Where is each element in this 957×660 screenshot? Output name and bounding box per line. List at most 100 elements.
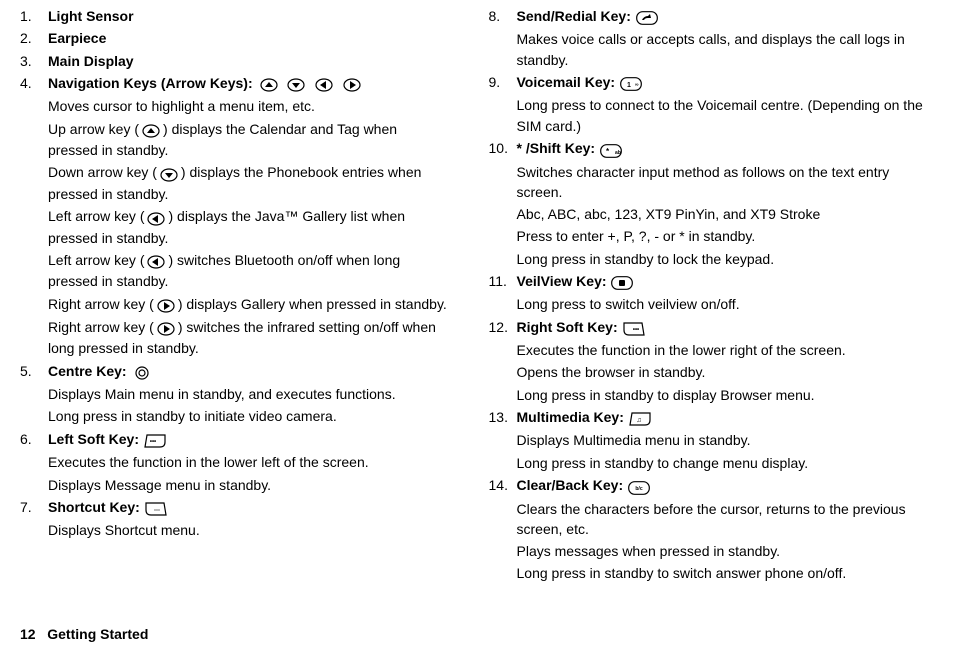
nav-left-icon <box>145 251 167 271</box>
item-number: 10. <box>489 138 517 271</box>
item-body: Send/Redial Key: Makes voice calls or ac… <box>517 6 938 72</box>
page-footer: 12 Getting Started <box>0 620 957 644</box>
item-number: 1. <box>20 6 48 28</box>
item-title: Left Soft Key: ••• <box>48 429 451 450</box>
nav-down-icon <box>285 74 307 94</box>
nav-up-icon <box>140 120 162 140</box>
nav-right-icon <box>155 318 177 338</box>
text-fragment: Down arrow key ( <box>48 164 157 180</box>
left-soft-key-icon: ••• <box>144 430 166 450</box>
description-line: Press to enter +, P, ?, - or * in standb… <box>517 226 938 246</box>
item-number: 5. <box>20 361 48 429</box>
item-title: Main Display <box>48 51 451 71</box>
description-line: Displays Main menu in standby, and execu… <box>48 384 451 404</box>
description-line: Long press to connect to the Voicemail c… <box>517 95 938 136</box>
item-title: Centre Key: <box>48 361 451 382</box>
text-fragment: Left arrow key ( <box>48 252 144 268</box>
list-item: 2. Earpiece <box>20 28 451 50</box>
item-number: 6. <box>20 429 48 497</box>
item-title: Navigation Keys (Arrow Keys): <box>48 73 451 94</box>
nav-down-icon <box>158 164 180 184</box>
column-left: 1. Light Sensor 2. Earpiece 3. Main Disp… <box>20 6 479 620</box>
description-line: Executes the function in the lower left … <box>48 452 451 472</box>
list-item: 5. Centre Key: Displays Main menu in sta… <box>20 361 451 429</box>
description-line: Right arrow key ( ) displays Gallery when… <box>48 294 451 315</box>
description-line: Long press in standby to lock the keypad… <box>517 249 938 269</box>
item-number: 7. <box>20 497 48 543</box>
column-right: 8. Send/Redial Key: Makes voice calls or… <box>479 6 938 620</box>
nav-left-icon <box>313 74 335 94</box>
list-item: 6. Left Soft Key: ••• Executes the funct… <box>20 429 451 497</box>
item-body: Right Soft Key: ••• Executes the functio… <box>517 317 938 407</box>
description-line: Switches character input method as follo… <box>517 162 938 203</box>
description-line: Displays Shortcut menu. <box>48 520 451 540</box>
description-line: Clears the characters before the cursor,… <box>517 499 938 540</box>
list-item: 4. Navigation Keys (Arrow Keys): Moves c… <box>20 73 451 361</box>
nav-right-icon <box>341 74 363 94</box>
nav-up-icon <box>258 74 280 94</box>
list-item: 12. Right Soft Key: ••• Executes the fun… <box>489 317 938 407</box>
item-number: 4. <box>20 73 48 361</box>
list-item: 3. Main Display <box>20 51 451 73</box>
centre-key-icon <box>131 362 153 382</box>
list-item: 11. VeilView Key: Long press to switch v… <box>489 271 938 317</box>
nav-left-icon <box>145 207 167 227</box>
list-item: 7. Shortcut Key: ⋯ Displays Shortcut men… <box>20 497 451 543</box>
item-title: Clear/Back Key: b/c <box>517 475 938 496</box>
description-line: Long press in standby to change menu dis… <box>517 453 938 473</box>
item-number: 13. <box>489 407 517 475</box>
item-number: 9. <box>489 72 517 138</box>
nav-right-icon <box>155 295 177 315</box>
item-title: Send/Redial Key: <box>517 6 938 27</box>
chapter-title: Getting Started <box>47 626 148 642</box>
description-line: Displays Multimedia menu in standby. <box>517 430 938 450</box>
list-item: 14. Clear/Back Key: b/c Clears the chara… <box>489 475 938 586</box>
item-body: * /Shift Key: *ab Switches character inp… <box>517 138 938 271</box>
list-item: 13. Multimedia Key: ♫ Displays Multimedi… <box>489 407 938 475</box>
item-title: Right Soft Key: ••• <box>517 317 938 338</box>
svg-text:b/c: b/c <box>635 486 642 492</box>
item-title: * /Shift Key: *ab <box>517 138 938 159</box>
multimedia-key-icon: ♫ <box>629 408 651 428</box>
description-line: Left arrow key () switches Bluetooth on/… <box>48 250 451 292</box>
text-fragment: Right arrow key ( <box>48 296 154 312</box>
description-line: Opens the browser in standby. <box>517 362 938 382</box>
text-fragment: Left arrow key ( <box>48 208 144 224</box>
description-line: Long press to switch veilview on/off. <box>517 294 938 314</box>
item-number: 12. <box>489 317 517 407</box>
item-title: Light Sensor <box>48 6 451 26</box>
item-number: 11. <box>489 271 517 317</box>
item-body: Centre Key: Displays Main menu in standb… <box>48 361 451 429</box>
description-line: Displays Message menu in standby. <box>48 475 451 495</box>
description-line: Executes the function in the lower right… <box>517 340 938 360</box>
svg-text:1: 1 <box>627 82 631 89</box>
item-body: Voicemail Key: 1∞ Long press to connect … <box>517 72 938 138</box>
text-fragment: ) displays Gallery when pressed in stand… <box>178 296 447 312</box>
item-body: Light Sensor <box>48 6 451 28</box>
shift-key-icon: *ab <box>600 139 622 159</box>
svg-text:∞: ∞ <box>635 82 639 88</box>
item-title: Voicemail Key: 1∞ <box>517 72 938 93</box>
description-line: Right arrow key () switches the infrared… <box>48 317 451 359</box>
item-body: Shortcut Key: ⋯ Displays Shortcut menu. <box>48 497 451 543</box>
item-title: Shortcut Key: ⋯ <box>48 497 451 518</box>
list-item: 8. Send/Redial Key: Makes voice calls or… <box>489 6 938 72</box>
clear-key-icon: b/c <box>628 476 650 496</box>
list-item: 9. Voicemail Key: 1∞ Long press to conne… <box>489 72 938 138</box>
list-item: 1. Light Sensor <box>20 6 451 28</box>
page-content: 1. Light Sensor 2. Earpiece 3. Main Disp… <box>0 0 957 620</box>
item-title: Multimedia Key: ♫ <box>517 407 938 428</box>
svg-text:♫: ♫ <box>636 417 641 424</box>
svg-text:•••: ••• <box>150 439 156 445</box>
description-line: Up arrow key () displays the Calendar an… <box>48 119 451 161</box>
description-line: Left arrow key () displays the Java™ Gal… <box>48 206 451 248</box>
description-line: Abc, ABC, abc, 123, XT9 PinYin, and XT9 … <box>517 204 938 224</box>
item-body: VeilView Key: Long press to switch veilv… <box>517 271 938 317</box>
item-body: Main Display <box>48 51 451 73</box>
item-body: Earpiece <box>48 28 451 50</box>
item-number: 3. <box>20 51 48 73</box>
description-line: Moves cursor to highlight a menu item, e… <box>48 96 451 116</box>
description-line: Long press in standby to switch answer p… <box>517 563 938 583</box>
item-number: 14. <box>489 475 517 586</box>
svg-text:•••: ••• <box>632 327 638 333</box>
